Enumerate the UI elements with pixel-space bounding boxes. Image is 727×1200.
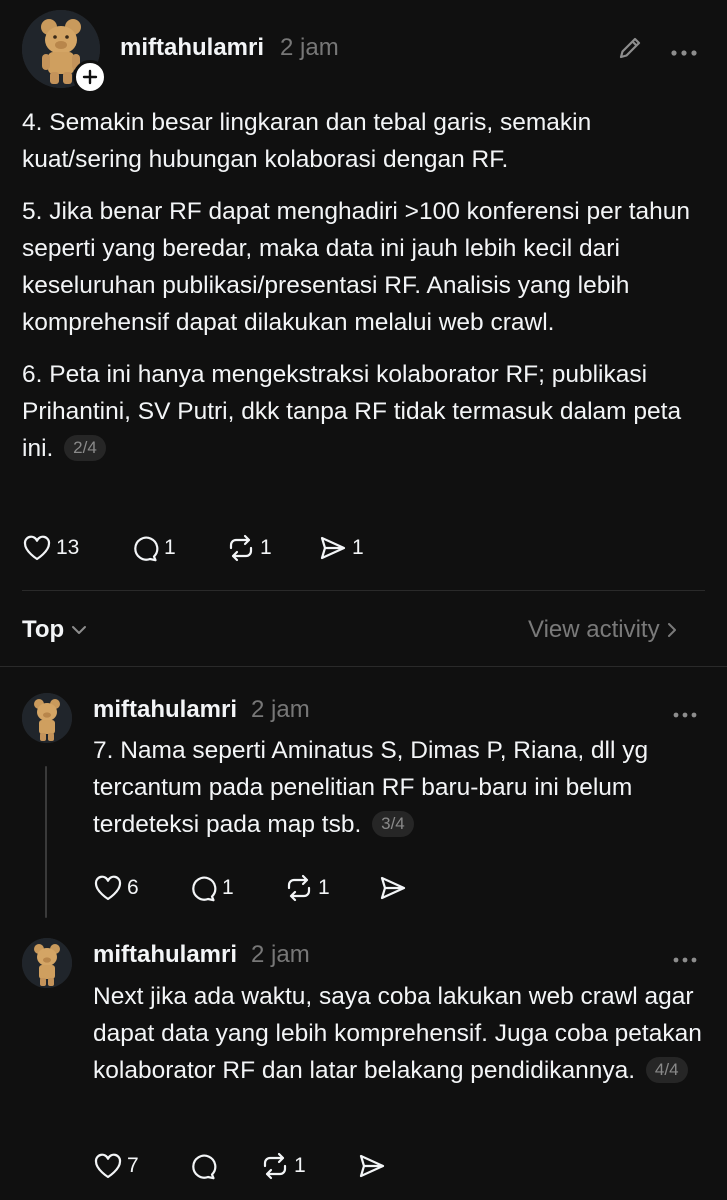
plus-icon <box>82 69 98 85</box>
section-divider <box>0 666 727 667</box>
reply-username[interactable]: miftahulamri <box>93 696 237 724</box>
like-button[interactable]: 6 <box>93 874 139 902</box>
reply-avatar[interactable] <box>22 938 72 988</box>
edit-button[interactable] <box>616 34 644 67</box>
sort-dropdown[interactable]: Top <box>22 616 88 644</box>
reply-time: 2 jam <box>251 696 310 723</box>
like-count: 6 <box>127 876 139 899</box>
comment-icon <box>134 536 159 562</box>
more-icon <box>673 712 697 718</box>
like-count: 7 <box>127 1154 139 1177</box>
reply-avatar[interactable] <box>22 693 72 743</box>
paragraph-6: 6. Peta ini hanya mengekstraksi kolabora… <box>22 356 702 467</box>
comment-icon <box>192 1154 217 1180</box>
reply-body: 7. Nama seperti Aminatus S, Dimas P, Ria… <box>93 732 693 843</box>
more-icon <box>673 957 697 963</box>
more-options-button[interactable] <box>672 706 698 724</box>
reply-username[interactable]: miftahulamri <box>93 941 237 969</box>
repost-icon <box>287 874 311 902</box>
reply-paragraph: Next jika ada waktu, saya coba lakukan w… <box>93 978 707 1089</box>
main-post-body: 4. Semakin besar lingkaran dan tebal gar… <box>22 104 702 467</box>
repost-count: 1 <box>318 876 330 899</box>
repost-button[interactable]: 1 <box>260 1152 306 1180</box>
share-icon <box>380 876 406 900</box>
reply-time: 2 jam <box>251 941 310 968</box>
heart-icon <box>94 875 122 901</box>
repost-count: 1 <box>294 1154 306 1177</box>
more-icon <box>671 50 697 56</box>
heart-icon <box>94 1153 122 1179</box>
reply-text: Next jika ada waktu, saya coba lakukan w… <box>93 983 702 1084</box>
paragraph-4: 4. Semakin besar lingkaran dan tebal gar… <box>22 109 592 173</box>
repost-count: 1 <box>260 536 272 559</box>
bear-figure-image <box>22 693 72 743</box>
like-button[interactable]: 13 <box>22 534 79 562</box>
more-options-button[interactable] <box>670 44 698 62</box>
reply-button[interactable] <box>188 1152 218 1180</box>
paragraph-5: 5. Jika benar RF dapat menghadiri >100 k… <box>22 198 691 336</box>
page-indicator: 4/4 <box>645 1057 688 1083</box>
edit-pencil-icon <box>619 37 641 59</box>
main-post-username[interactable]: miftahulamri <box>120 34 264 62</box>
more-options-button[interactable] <box>672 951 698 969</box>
share-icon <box>320 536 346 560</box>
reply-count: 1 <box>222 876 234 899</box>
reply-text: 7. Nama seperti Aminatus S, Dimas P, Ria… <box>93 737 649 838</box>
sort-label: Top <box>22 616 65 643</box>
paragraph-6-text: 6. Peta ini hanya mengekstraksi kolabora… <box>22 361 682 462</box>
share-count: 1 <box>352 536 364 559</box>
bear-figure-image <box>22 938 72 988</box>
repost-button[interactable]: 1 <box>284 874 330 902</box>
repost-icon <box>229 534 253 562</box>
view-activity-label: View activity <box>528 616 660 643</box>
reply-button[interactable]: 1 <box>188 874 234 902</box>
divider <box>22 590 705 591</box>
share-button[interactable]: 1 <box>318 534 364 562</box>
reply-body: Next jika ada waktu, saya coba lakukan w… <box>93 978 707 1089</box>
like-count: 13 <box>56 536 80 559</box>
repost-icon <box>263 1152 287 1180</box>
repost-button[interactable]: 1 <box>226 534 272 562</box>
reply-paragraph: 7. Nama seperti Aminatus S, Dimas P, Ria… <box>93 732 693 843</box>
chevron-down-icon <box>72 626 87 634</box>
page-indicator: 3/4 <box>372 811 414 837</box>
heart-icon <box>23 535 51 561</box>
share-icon <box>359 1154 385 1178</box>
reply-count: 1 <box>164 536 176 559</box>
main-post-time: 2 jam <box>280 34 339 61</box>
reply-button[interactable]: 1 <box>130 534 176 562</box>
follow-plus-badge[interactable] <box>73 60 107 94</box>
thread-line <box>45 766 47 918</box>
like-button[interactable]: 7 <box>93 1152 139 1180</box>
comment-icon <box>192 876 217 902</box>
chevron-right-icon <box>667 623 676 637</box>
share-button[interactable] <box>357 1152 387 1180</box>
share-button[interactable] <box>378 874 408 902</box>
view-activity-link[interactable]: View activity <box>528 616 678 644</box>
page-indicator: 2/4 <box>64 435 106 461</box>
